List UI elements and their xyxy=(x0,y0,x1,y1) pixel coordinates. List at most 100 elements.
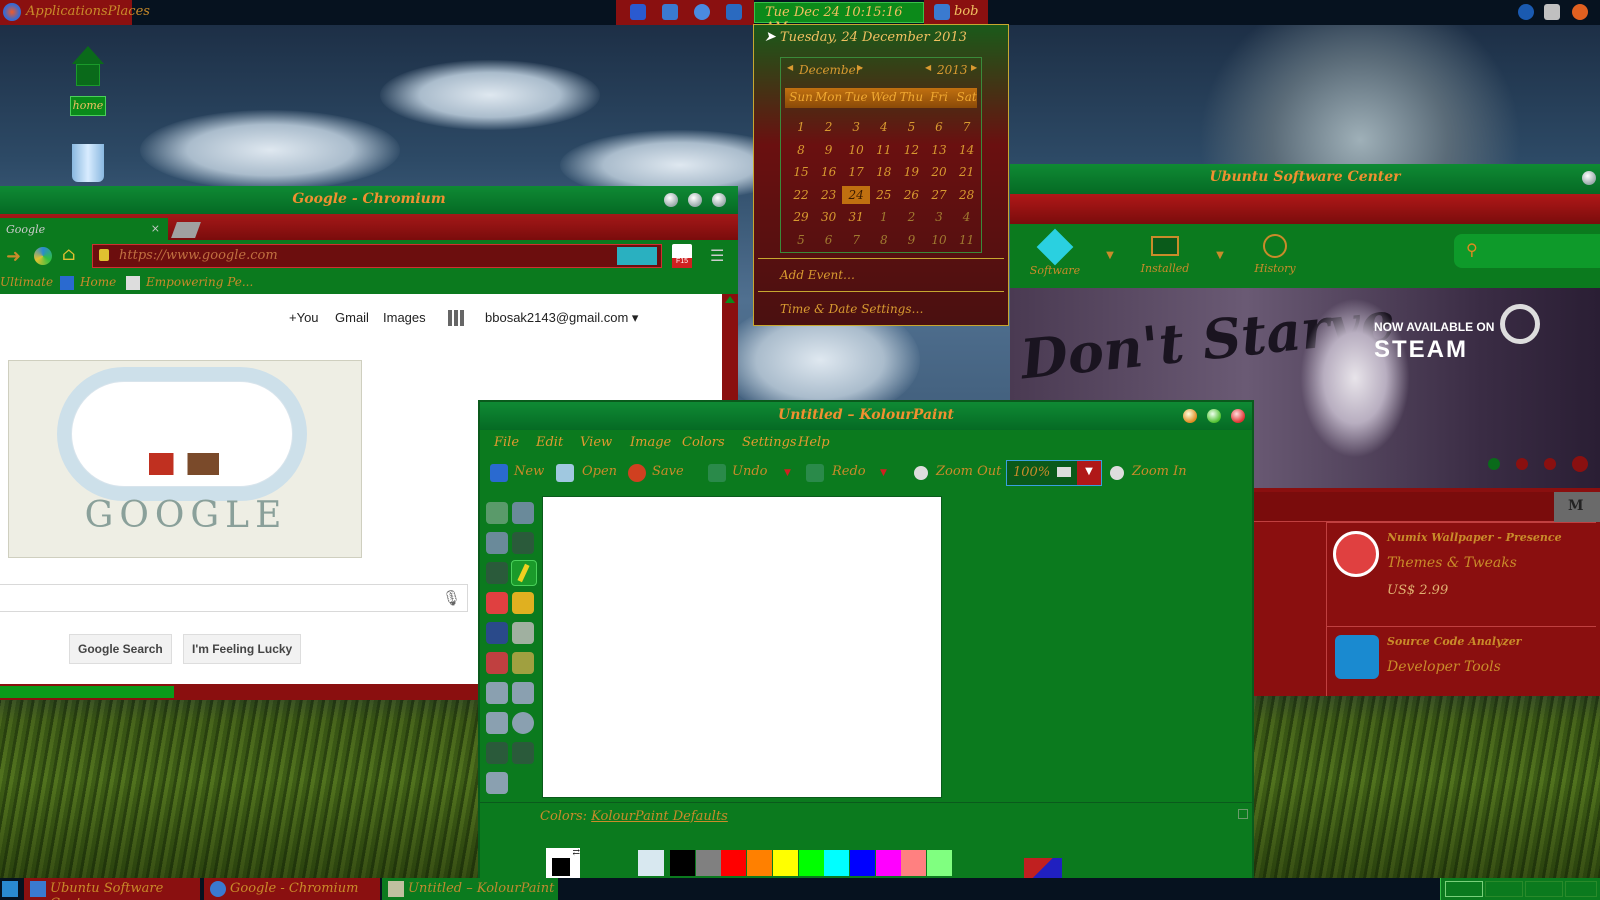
show-desktop-icon[interactable] xyxy=(2,881,18,897)
software-center-titlebar[interactable]: Ubuntu Software Center xyxy=(1010,164,1600,194)
scrollbar-thumb[interactable] xyxy=(0,686,174,698)
calendar-day[interactable]: 2 xyxy=(815,120,843,134)
bookmark-empowering[interactable]: Empowering Pe... xyxy=(146,275,253,289)
bookmark-ultimate[interactable]: Ultimate xyxy=(0,275,53,289)
save-button[interactable]: Save xyxy=(652,464,684,479)
calendar-day[interactable]: 8 xyxy=(787,143,815,157)
trash-icon[interactable] xyxy=(72,144,104,182)
google-search-button[interactable]: Google Search xyxy=(69,634,172,664)
transparent-color-icon[interactable] xyxy=(638,850,664,876)
zoom-select[interactable]: 100% ▼ xyxy=(1006,460,1102,486)
brush-tool-icon[interactable] xyxy=(512,592,534,614)
home-icon[interactable]: ⌂ xyxy=(62,244,76,265)
bookmark-star-icon[interactable] xyxy=(617,247,657,265)
curve-tool-icon[interactable] xyxy=(486,742,508,764)
swap-colors-icon[interactable]: ⇄ xyxy=(572,848,580,858)
calendar-day[interactable]: 6 xyxy=(815,233,843,247)
calendar-day[interactable]: 29 xyxy=(787,210,815,224)
banner-prev-button[interactable] xyxy=(1572,456,1588,472)
calendar-day[interactable]: 14 xyxy=(953,143,981,157)
nav-software-dropdown-icon[interactable]: ▼ xyxy=(1100,238,1120,274)
calendar-day[interactable]: 1 xyxy=(787,120,815,134)
account-menu[interactable]: bbosak2143@gmail.com ▾ xyxy=(485,310,638,326)
maximize-window-button[interactable] xyxy=(1207,409,1221,423)
calendar-day[interactable]: 18 xyxy=(870,165,898,179)
color-eraser-tool-icon[interactable] xyxy=(512,652,534,674)
tab-google[interactable]: Google × xyxy=(0,218,168,240)
search-input[interactable]: 🎙 xyxy=(0,584,468,612)
calendar-day[interactable]: 22 xyxy=(787,188,815,202)
polygon-tool-icon[interactable] xyxy=(486,712,508,734)
detach-icon[interactable] xyxy=(1238,809,1248,819)
plus-you-link[interactable]: +You xyxy=(289,310,319,325)
eraser-tool-icon[interactable] xyxy=(486,592,508,614)
calendar-day[interactable]: 12 xyxy=(897,143,925,157)
color-similarity-icon[interactable] xyxy=(1024,858,1062,878)
menu-edit[interactable]: Edit xyxy=(536,435,563,450)
extension-icon[interactable]: F15 xyxy=(672,244,692,268)
maximize-window-button[interactable] xyxy=(688,193,702,207)
chevron-down-icon[interactable]: ▼ xyxy=(1077,461,1101,485)
fill-tool-icon[interactable] xyxy=(486,622,508,644)
apps-grid-icon[interactable] xyxy=(448,310,464,326)
menu-settings[interactable]: Settings xyxy=(742,435,797,450)
nav-installed-dropdown-icon[interactable]: ▼ xyxy=(1210,238,1230,274)
palette-swatch[interactable] xyxy=(927,850,952,876)
undo-dropdown-icon[interactable]: ▼ xyxy=(784,468,791,478)
taskbar-item[interactable]: Google - Chromium xyxy=(204,878,380,900)
next-month-icon[interactable]: ▶ xyxy=(857,63,863,72)
calendar-day[interactable]: 27 xyxy=(925,188,953,202)
calendar-day[interactable]: 17 xyxy=(842,165,870,179)
calendar-day[interactable]: 5 xyxy=(897,120,925,134)
prev-year-icon[interactable]: ◀ xyxy=(925,63,931,72)
palette-swatch[interactable] xyxy=(695,850,721,876)
address-bar[interactable]: https://www.google.com xyxy=(92,244,662,268)
images-link[interactable]: Images xyxy=(383,310,426,325)
user-menu[interactable]: bob xyxy=(930,0,988,25)
google-doodle[interactable]: GOOGLE xyxy=(8,360,362,558)
calendar-day[interactable]: 31 xyxy=(842,210,870,224)
zoom-out-button[interactable]: Zoom Out xyxy=(936,464,1001,479)
search-field[interactable]: ⚲ xyxy=(1454,234,1600,268)
calendar-day[interactable]: 13 xyxy=(925,143,953,157)
close-window-button[interactable] xyxy=(1582,171,1596,185)
kolourpaint-titlebar[interactable]: Untitled – KolourPaint xyxy=(480,402,1252,430)
zoom-in-button[interactable]: Zoom In xyxy=(1132,464,1187,479)
chromium-titlebar[interactable]: Google - Chromium xyxy=(0,186,738,214)
calendar-day[interactable]: 7 xyxy=(953,120,981,134)
palette-swatch[interactable] xyxy=(875,850,901,876)
printer-icon[interactable] xyxy=(1544,4,1560,20)
new-button[interactable]: New xyxy=(514,464,544,479)
palette-swatch[interactable] xyxy=(824,850,850,876)
select-rect-tool-icon[interactable] xyxy=(512,502,534,524)
workspace-4[interactable] xyxy=(1565,881,1597,897)
menu-image[interactable]: Image xyxy=(630,435,671,450)
calendar-day[interactable]: 15 xyxy=(787,165,815,179)
calendar-day[interactable]: 9 xyxy=(815,143,843,157)
taskbar-item[interactable]: Ubuntu Software Center xyxy=(24,878,200,900)
bluetooth-icon[interactable] xyxy=(630,4,646,20)
calendar-day[interactable]: 21 xyxy=(953,165,981,179)
select-free-tool-icon[interactable] xyxy=(486,502,508,524)
calendar-day[interactable]: 6 xyxy=(925,120,953,134)
calendar-day[interactable]: 25 xyxy=(870,188,898,202)
prev-month-icon[interactable]: ◀ xyxy=(787,63,793,72)
menu-view[interactable]: View xyxy=(580,435,612,450)
line-tool-icon[interactable] xyxy=(486,562,508,584)
palette-swatch[interactable] xyxy=(901,850,927,876)
calendar-day[interactable]: 3 xyxy=(925,210,953,224)
redo-button[interactable]: Redo xyxy=(832,464,866,479)
drawing-canvas[interactable] xyxy=(542,496,942,798)
workspace-switcher[interactable] xyxy=(1440,878,1600,900)
ellipse-tool-icon[interactable] xyxy=(512,712,534,734)
minimize-window-button[interactable] xyxy=(1183,409,1197,423)
reload-icon[interactable] xyxy=(34,247,52,265)
close-window-button[interactable] xyxy=(712,193,726,207)
calendar-day[interactable]: 30 xyxy=(815,210,843,224)
background-color-swatch[interactable]: ⇄ xyxy=(546,848,580,882)
rounded-rect-tool-icon[interactable] xyxy=(512,682,534,704)
app-item[interactable]: Numix Wallpaper - Presence Themes & Twea… xyxy=(1326,522,1596,626)
time-date-settings-item[interactable]: Time & Date Settings… xyxy=(780,302,924,316)
calendar-day[interactable]: 7 xyxy=(842,233,870,247)
undo-button[interactable]: Undo xyxy=(732,464,767,479)
